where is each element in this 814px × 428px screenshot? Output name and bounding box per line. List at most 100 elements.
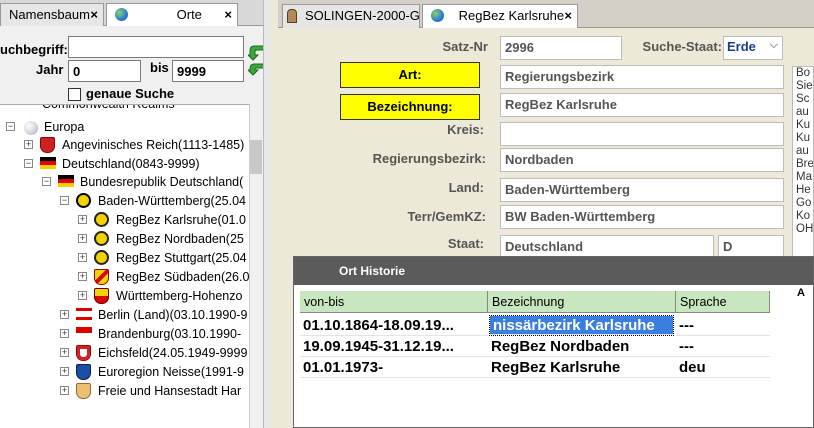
table-cell[interactable]: --- [676, 336, 770, 357]
right-tabbar: SOLINGEN-2000-G RegBez Karlsruhe × [278, 0, 814, 28]
globe-icon [115, 8, 128, 21]
suche-staat-label: Suche-Staat: [642, 39, 722, 54]
land-field[interactable]: Baden-Württemberg [500, 178, 784, 202]
expand-icon[interactable]: + [78, 215, 87, 224]
suche-staat-value: Erde [727, 39, 756, 54]
terr-gemkz-label: Terr/GemKZ: [407, 209, 487, 224]
bezeichnung-field[interactable]: RegBez Karlsruhe [500, 93, 784, 117]
tab-regbez-karlsruhe[interactable]: RegBez Karlsruhe × [422, 4, 578, 28]
column-header-bezeichnung[interactable]: Bezeichnung [488, 291, 676, 313]
collapse-icon[interactable]: − [24, 159, 33, 168]
column-header-sprache[interactable]: Sprache [676, 291, 770, 313]
globe-icon [431, 9, 444, 22]
table-cell[interactable]: RegBez Nordbaden [488, 336, 676, 357]
kreis-label: Kreis: [447, 122, 484, 137]
german-flag-icon [58, 175, 74, 187]
tab-solingen[interactable]: SOLINGEN-2000-G [282, 4, 420, 28]
satz-nr-label: Satz-Nr [442, 39, 488, 54]
pane-splitter[interactable] [263, 0, 270, 428]
regierungsbezirk-label: Regierungsbezirk: [372, 151, 486, 166]
brandenburg-flag-icon [76, 327, 92, 339]
side-list-item: Ku [796, 119, 811, 131]
table-cell[interactable]: 19.09.1945-31.12.19... [300, 336, 488, 357]
german-flag-icon [40, 157, 56, 169]
jahr-from-input[interactable] [68, 60, 141, 82]
land-label: Land: [448, 180, 484, 195]
side-list-item: Bo [796, 67, 811, 79]
side-list-item: Sie [796, 80, 813, 92]
side-list-item: Ma [796, 171, 812, 183]
table-cell[interactable]: RegBez Karlsruhe [488, 357, 676, 378]
art-field[interactable]: Regierungsbezirk [500, 65, 784, 89]
bezeichnung-button[interactable]: Bezeichnung: [340, 94, 480, 120]
table-cell[interactable]: 01.10.1864-18.09.19... [300, 315, 488, 336]
tab-regbez-karlsruhe-label: RegBez Karlsruhe [458, 8, 565, 23]
tab-namensbaum[interactable]: Namensbaum × [0, 3, 104, 26]
expand-icon[interactable]: + [60, 348, 69, 357]
close-icon[interactable]: × [564, 5, 572, 26]
coat-of-arms-icon [94, 288, 109, 304]
suche-staat-select[interactable]: Erde ⌵ [723, 36, 783, 60]
expand-icon[interactable]: + [60, 329, 69, 338]
bis-label: bis [150, 60, 169, 75]
kreis-field[interactable] [500, 122, 784, 146]
seal-icon [76, 193, 91, 208]
suchbegriff-input[interactable] [68, 36, 244, 58]
seal-icon [94, 212, 109, 227]
expand-icon[interactable]: + [60, 386, 69, 395]
side-list-item: Ko [796, 210, 811, 222]
close-icon[interactable]: × [90, 4, 98, 25]
terr-gemkz-field[interactable]: BW Baden-Württemberg [500, 205, 784, 229]
collapse-icon[interactable]: − [60, 196, 69, 205]
expand-icon[interactable]: + [78, 272, 87, 281]
jahr-label: Jahr [36, 62, 64, 77]
left-tabbar: Namensbaum × Orte × [0, 0, 269, 26]
close-icon[interactable]: × [224, 4, 232, 25]
table-cell[interactable]: --- [676, 315, 770, 336]
collapse-icon[interactable]: − [42, 177, 51, 186]
place-tree: Commonwealth Realms − Europa + Angevinis… [0, 104, 262, 428]
tab-orte[interactable]: Orte × [106, 3, 238, 26]
satz-nr-field[interactable]: 2996 [500, 36, 622, 60]
expand-icon[interactable]: + [78, 291, 87, 300]
side-list-item: Ku [796, 132, 811, 144]
side-list-item: Sc [796, 93, 810, 105]
collapse-icon[interactable]: − [6, 122, 15, 131]
column-header-von-bis[interactable]: von-bis [300, 291, 488, 313]
side-list-item: He [796, 184, 811, 196]
expand-icon[interactable]: + [78, 234, 87, 243]
expand-icon[interactable]: + [78, 253, 87, 262]
genaue-suche-label: genaue Suche [86, 86, 175, 101]
globe-icon [24, 121, 38, 135]
regierungsbezirk-field[interactable]: Nordbaden [500, 148, 784, 172]
chevron-down-icon: ⌵ [769, 39, 778, 51]
coat-of-arms-icon [40, 137, 55, 153]
side-list-item: OH [796, 223, 814, 235]
tab-namensbaum-label: Namensbaum [9, 7, 90, 22]
tree-scrollbar-thumb[interactable] [250, 140, 262, 174]
dialog-title[interactable]: Ort Historie [294, 257, 813, 285]
side-list-item: Go [796, 197, 812, 209]
tab-solingen-label: SOLINGEN-2000-G [305, 8, 420, 23]
left-pane: Namensbaum × Orte × uchbegriff: Jahr bis… [0, 0, 270, 428]
side-list[interactable]: Bo Sie Sc au Ku Ku au Bre Ma He Go Ko OH [792, 66, 814, 266]
staat-label: Staat: [447, 236, 484, 251]
side-mark: A [797, 287, 805, 299]
genaue-suche-checkbox[interactable] [68, 88, 81, 101]
coat-of-arms-icon [76, 345, 91, 361]
document-icon [287, 9, 297, 23]
expand-icon[interactable]: + [24, 140, 33, 149]
expand-icon[interactable]: + [60, 310, 69, 319]
coat-of-arms-icon [94, 269, 109, 285]
table-cell-selected[interactable]: nissärbezirk Karlsruhe [489, 315, 674, 336]
jahr-to-input[interactable] [172, 60, 244, 82]
expand-icon[interactable]: + [60, 367, 69, 376]
table-cell[interactable]: 01.01.1973- [300, 357, 488, 378]
table-cell[interactable]: deu [676, 357, 770, 378]
art-button[interactable]: Art: [340, 62, 480, 88]
coat-of-arms-icon [76, 383, 91, 399]
side-list-item: au [796, 106, 809, 118]
seal-icon [94, 231, 109, 246]
ort-historie-dialog: Ort Historie von-bis Bezeichnung Sprache… [293, 256, 814, 428]
berlin-flag-icon [76, 308, 92, 320]
